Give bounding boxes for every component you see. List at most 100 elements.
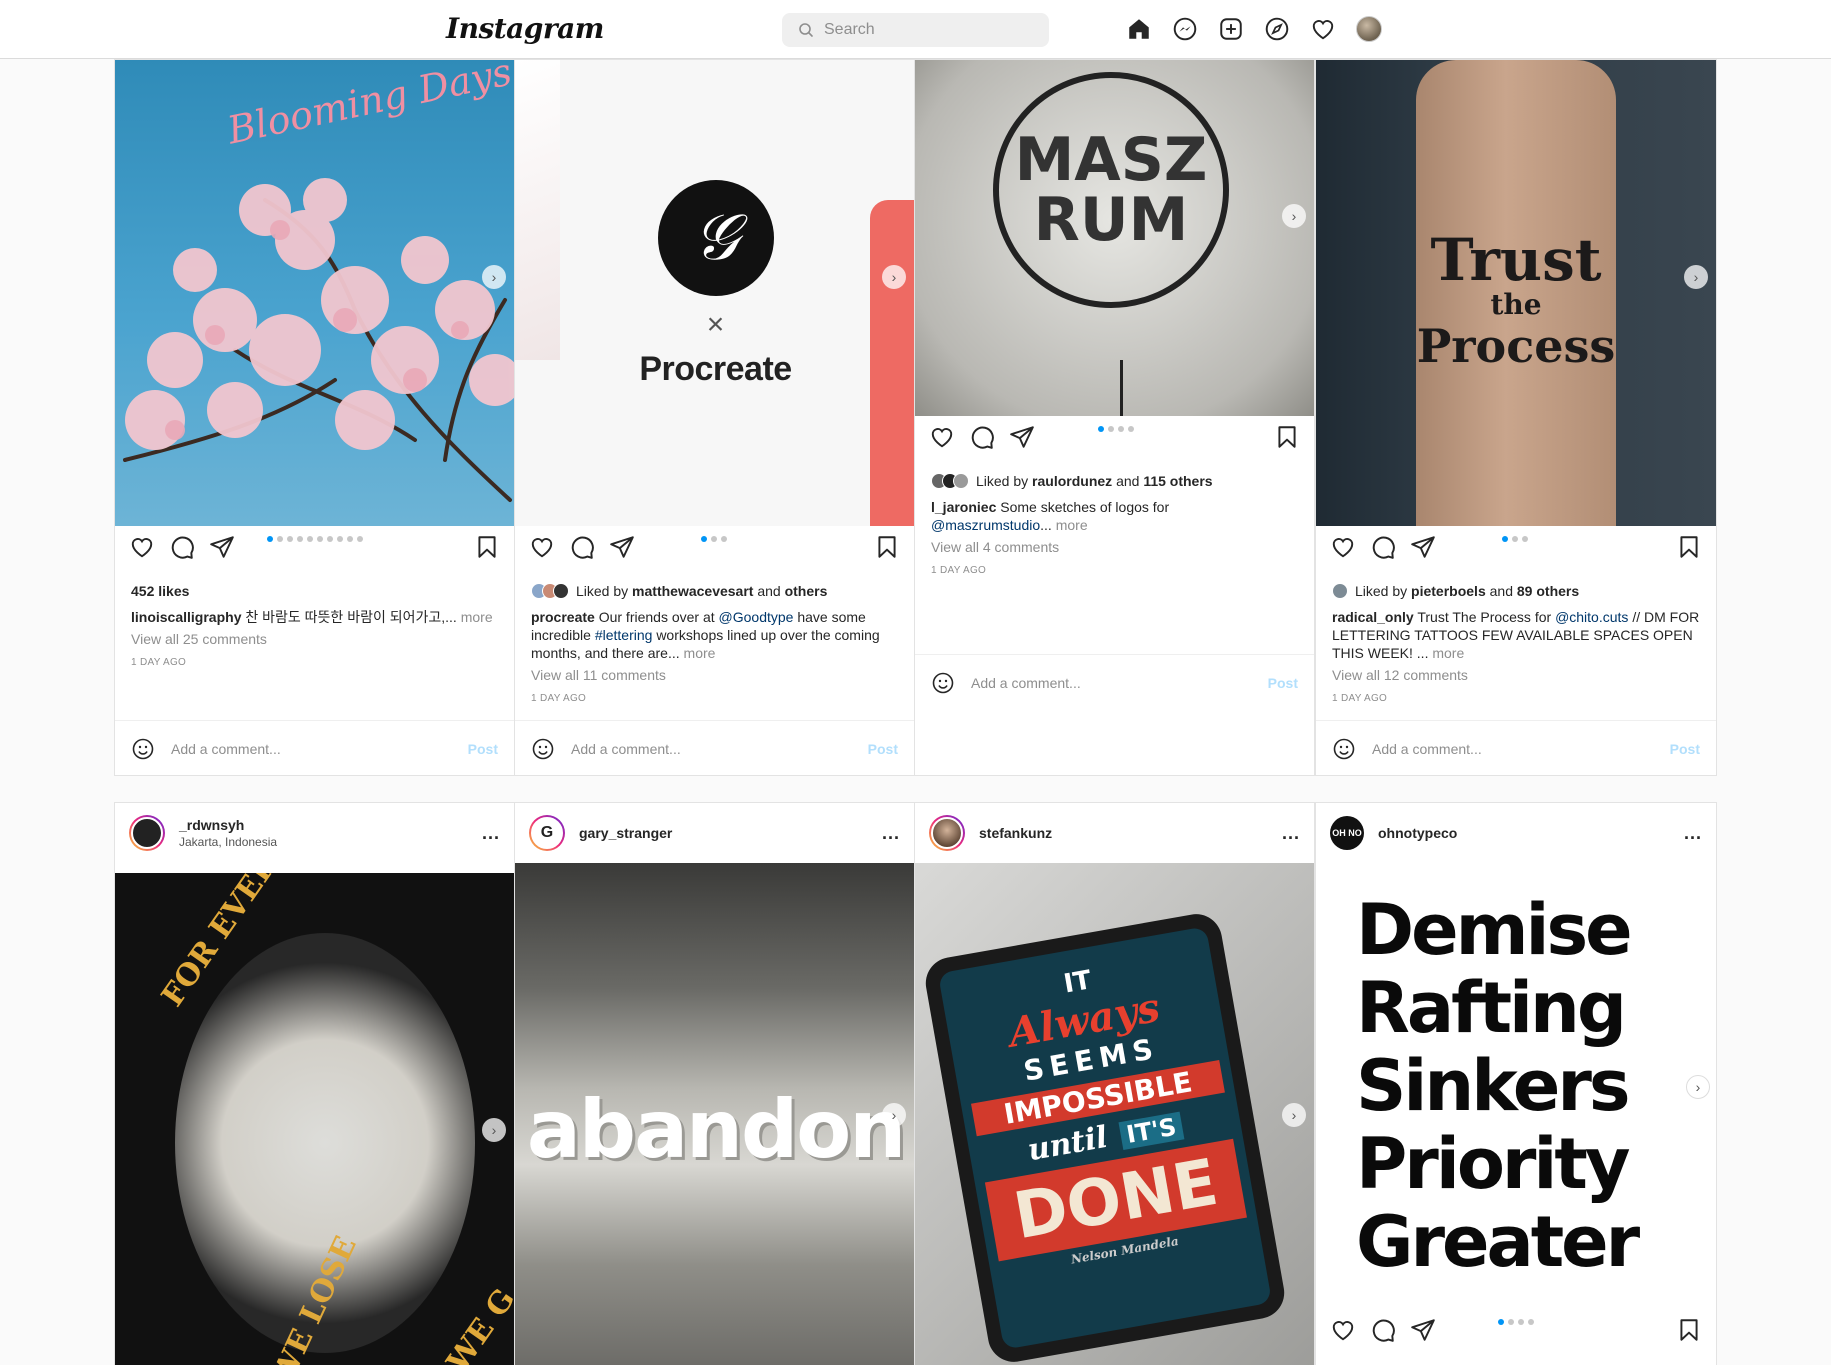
liked-by-line: Liked by pieterboels and 89 others [1332, 582, 1702, 600]
emoji-smiley-icon[interactable] [531, 737, 555, 761]
view-comments-link[interactable]: View all 4 comments [931, 538, 1300, 556]
caption-more-link[interactable]: more [461, 609, 493, 625]
carousel-next-icon[interactable]: › [1282, 204, 1306, 228]
share-paper-plane-icon[interactable] [1410, 534, 1436, 560]
view-comments-link[interactable]: View all 11 comments [531, 666, 900, 684]
post-comment-button[interactable]: Post [1670, 741, 1700, 757]
post-comment-button[interactable]: Post [868, 741, 898, 757]
caption-username[interactable]: procreate [531, 609, 595, 625]
more-options-icon[interactable]: ... [1684, 823, 1702, 844]
liked-by-others[interactable]: 89 others [1517, 583, 1579, 599]
share-paper-plane-icon[interactable] [209, 534, 235, 560]
post-image-procreate[interactable]: 𝒢 × Procreate › [515, 60, 914, 526]
liked-by-others[interactable]: others [785, 583, 828, 599]
bookmark-icon[interactable] [474, 534, 500, 560]
comment-input[interactable] [171, 740, 468, 757]
more-options-icon[interactable]: ... [1282, 823, 1300, 844]
post-image-tattoo[interactable]: Trust the Process › [1316, 60, 1716, 526]
carousel-next-icon[interactable]: › [1684, 265, 1708, 289]
comment-input[interactable] [971, 674, 1268, 691]
like-heart-icon[interactable] [1330, 534, 1356, 560]
author-avatar[interactable] [929, 815, 965, 851]
comment-bubble-icon[interactable] [1370, 534, 1396, 560]
carousel-next-icon[interactable]: › [1686, 1075, 1710, 1099]
caption-text: Our friends over at [598, 609, 715, 625]
author-username[interactable]: gary_stranger [579, 825, 672, 841]
post-timestamp[interactable]: 1 DAY AGO [531, 690, 900, 708]
bookmark-icon[interactable] [1274, 424, 1300, 450]
bookmark-icon[interactable] [874, 534, 900, 560]
share-paper-plane-icon[interactable] [1009, 424, 1035, 450]
post-image-illustration[interactable]: FOR EVERYTHING WE LOSE WE G › [115, 873, 514, 1365]
carousel-next-icon[interactable]: › [1282, 1103, 1306, 1127]
bookmark-icon[interactable] [1676, 534, 1702, 560]
more-options-icon[interactable]: ... [482, 823, 500, 844]
carousel-next-icon[interactable]: › [882, 1103, 906, 1127]
profile-avatar[interactable] [1356, 16, 1382, 42]
caption-more-link[interactable]: more [1056, 517, 1088, 533]
comment-bubble-icon[interactable] [1370, 1317, 1396, 1343]
liked-by-and: and [1489, 583, 1513, 599]
likes-count[interactable]: 452 likes [131, 582, 500, 600]
post-location[interactable]: Jakarta, Indonesia [179, 835, 277, 849]
like-heart-icon[interactable] [1330, 1317, 1356, 1343]
post-image-ipad-lettering[interactable]: IT Always SEEMS IMPOSSIBLE until IT'S DO… [915, 863, 1314, 1365]
comment-bubble-icon[interactable] [969, 424, 995, 450]
bookmark-icon[interactable] [1676, 1317, 1702, 1343]
caption-username[interactable]: linoiscalligraphy [131, 609, 241, 625]
emoji-smiley-icon[interactable] [931, 671, 955, 695]
liked-by-user[interactable]: raulordunez [1032, 473, 1112, 489]
author-username[interactable]: ohnotypeco [1378, 825, 1457, 841]
caption-hashtag-link[interactable]: #lettering [595, 627, 653, 643]
caption-mention-link[interactable]: @maszrumstudio [931, 517, 1040, 533]
messenger-icon[interactable] [1172, 16, 1198, 42]
comment-input[interactable] [571, 740, 868, 757]
post-timestamp[interactable]: 1 DAY AGO [1332, 690, 1702, 708]
author-avatar[interactable]: OH NO [1330, 816, 1364, 850]
comment-bubble-icon[interactable] [169, 534, 195, 560]
post-image-cherry-blossom[interactable]: Blooming Days › [115, 60, 514, 526]
author-avatar[interactable]: G [529, 815, 565, 851]
post-comment-button[interactable]: Post [468, 741, 498, 757]
search-box[interactable] [782, 13, 1049, 47]
author-username[interactable]: stefankunz [979, 825, 1052, 841]
home-icon[interactable] [1126, 16, 1152, 42]
liked-by-others[interactable]: 115 others [1143, 473, 1212, 489]
emoji-smiley-icon[interactable] [1332, 737, 1356, 761]
liked-by-user[interactable]: pieterboels [1411, 583, 1486, 599]
view-comments-link[interactable]: View all 25 comments [131, 630, 500, 648]
like-heart-icon[interactable] [129, 534, 155, 560]
post-image-maszrum-sketch[interactable]: MASZ RUM › [915, 60, 1314, 416]
caption-username[interactable]: radical_only [1332, 609, 1414, 625]
post-image-abandon[interactable]: abandon › [515, 863, 914, 1365]
post-comment-button[interactable]: Post [1268, 675, 1298, 691]
caption-username[interactable]: l_jaroniec [931, 499, 996, 515]
post-timestamp[interactable]: 1 DAY AGO [931, 562, 1300, 580]
activity-heart-icon[interactable] [1310, 16, 1336, 42]
post-image-typeface-specimen[interactable]: Demise Rafting Sinkers Priority Greater … [1316, 863, 1716, 1313]
new-post-icon[interactable] [1218, 16, 1244, 42]
liked-by-user[interactable]: matthewacevesart [632, 583, 753, 599]
post-timestamp[interactable]: 1 DAY AGO [131, 654, 500, 672]
comment-bubble-icon[interactable] [569, 534, 595, 560]
comment-input[interactable] [1372, 740, 1670, 757]
caption-mention-link[interactable]: @Goodtype [719, 609, 794, 625]
caption-more-link[interactable]: more [1432, 645, 1464, 661]
emoji-smiley-icon[interactable] [131, 737, 155, 761]
author-username[interactable]: _rdwnsyh [179, 817, 277, 833]
share-paper-plane-icon[interactable] [1410, 1317, 1436, 1343]
like-heart-icon[interactable] [929, 424, 955, 450]
instagram-logo[interactable]: Instagram [446, 12, 604, 45]
author-avatar[interactable] [129, 815, 165, 851]
carousel-next-icon[interactable]: › [482, 1118, 506, 1142]
more-options-icon[interactable]: ... [882, 823, 900, 844]
caption-mention-link[interactable]: @chito.cuts [1555, 609, 1628, 625]
like-heart-icon[interactable] [529, 534, 555, 560]
carousel-next-icon[interactable]: › [882, 265, 906, 289]
carousel-next-icon[interactable]: › [482, 265, 506, 289]
explore-icon[interactable] [1264, 16, 1290, 42]
view-comments-link[interactable]: View all 12 comments [1332, 666, 1702, 684]
caption-more-link[interactable]: more [684, 645, 716, 661]
search-input[interactable] [824, 21, 1024, 39]
share-paper-plane-icon[interactable] [609, 534, 635, 560]
